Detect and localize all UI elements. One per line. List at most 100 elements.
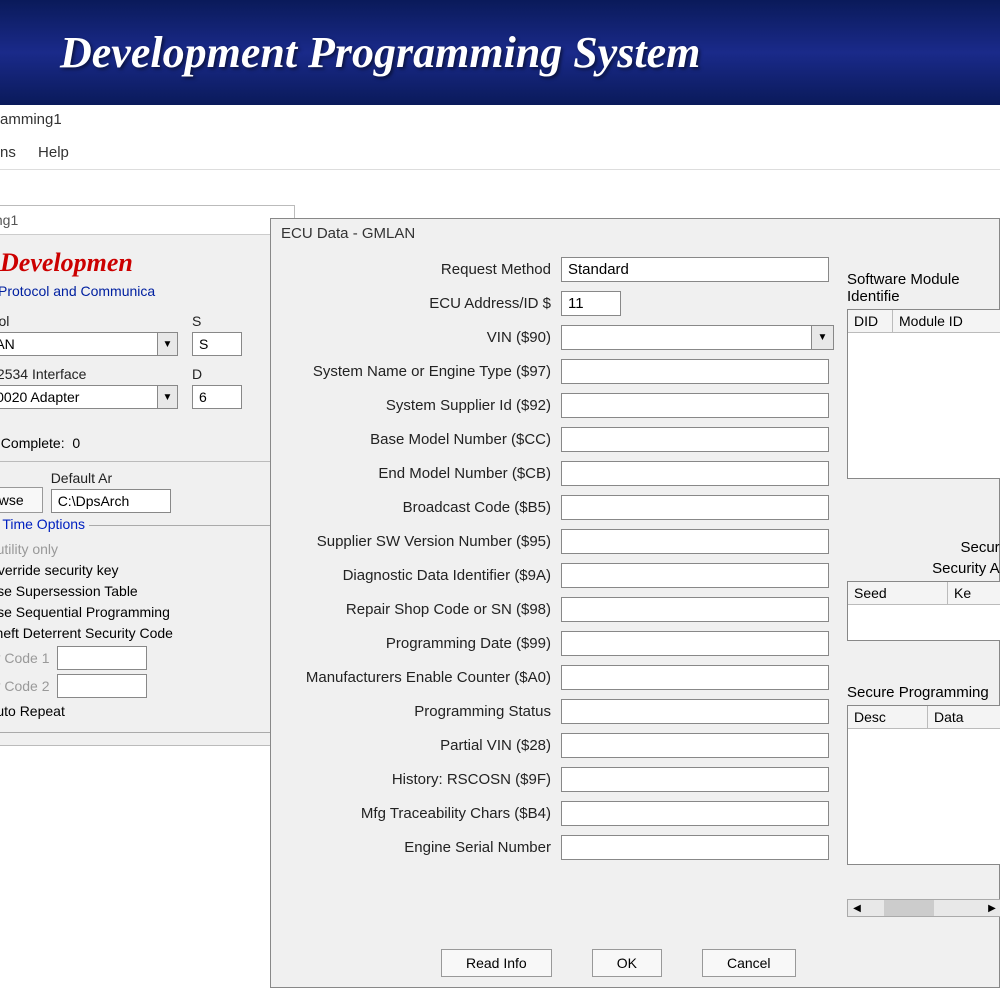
menu-item-options[interactable]: ns [0, 144, 16, 161]
request-method-input[interactable] [561, 257, 829, 282]
request-method-label: Request Method [271, 261, 561, 278]
cancel-button[interactable]: Cancel [702, 949, 796, 977]
vin-label: VIN ($90) [271, 329, 561, 346]
prog-date-input[interactable] [561, 631, 829, 656]
base-model-label: Base Model Number ($CC) [271, 431, 561, 448]
ok-button[interactable]: OK [592, 949, 662, 977]
col-key[interactable]: Ke [948, 582, 1000, 605]
app-banner: Development Programming System [0, 0, 1000, 105]
interface-label: SAE J2534 Interface [0, 366, 178, 382]
diag-id-label: Diagnostic Data Identifier ($9A) [271, 567, 561, 584]
mfr-enable-label: Manufacturers Enable Counter ($A0) [271, 669, 561, 686]
secure-programming-panel: Secure Programming Desc Data [847, 684, 1000, 865]
partial-vin-label: Partial VIN ($28) [271, 737, 561, 754]
opt-run-utility: Run utility only [0, 541, 273, 557]
ecu-address-input[interactable] [561, 291, 621, 316]
browse-button[interactable]: Browse [0, 487, 43, 513]
col-desc[interactable]: Desc [848, 706, 928, 729]
prog-date-label: Programming Date ($99) [271, 635, 561, 652]
security-panel: Securi Security Al Seed Ke [847, 539, 1000, 641]
repair-shop-label: Repair Shop Code or SN ($98) [271, 601, 561, 618]
mfg-trace-input[interactable] [561, 801, 829, 826]
mfr-enable-input[interactable] [561, 665, 829, 690]
s-label: S [192, 313, 242, 329]
banner-title: Development Programming System [60, 27, 700, 78]
col-did[interactable]: DID [848, 310, 893, 333]
engine-serial-label: Engine Serial Number [271, 839, 561, 856]
supplier-sw-label: Supplier SW Version Number ($95) [271, 533, 561, 550]
spd-table[interactable]: Desc Data [847, 705, 1000, 865]
diag-id-input[interactable] [561, 563, 829, 588]
programming-window: ramming1 GM Developmen Protocol and Comm… [0, 205, 295, 746]
supplier-sw-input[interactable] [561, 529, 829, 554]
prog-status-input[interactable] [561, 699, 829, 724]
s-combo[interactable] [192, 332, 242, 356]
development-heading: Developmen [0, 248, 133, 278]
security-code-1-label: curity Code 1 [0, 650, 49, 666]
interface-combo[interactable]: ▼ [0, 385, 178, 409]
base-model-input[interactable] [561, 427, 829, 452]
archive-label: Default Ar [51, 470, 171, 486]
broadcast-label: Broadcast Code ($B5) [271, 499, 561, 516]
runtime-options-group: Run Time Options Run utility only Overri… [0, 525, 282, 733]
security-label-1: Securi [847, 539, 1000, 556]
security-code-2-label: curity Code 2 [0, 678, 49, 694]
interface-value[interactable] [0, 387, 157, 407]
read-info-button[interactable]: Read Info [441, 949, 552, 977]
smi-label: Software Module Identifie [847, 271, 1000, 305]
vin-combo[interactable]: ▼ [561, 325, 834, 350]
broadcast-input[interactable] [561, 495, 829, 520]
protocol-label: Protocol [0, 313, 178, 329]
runtime-options-title: Run Time Options [0, 516, 89, 532]
horizontal-scrollbar[interactable]: ◀ ▶ [847, 899, 1000, 917]
security-code-1-input[interactable] [57, 646, 147, 670]
menu-item-help[interactable]: Help [38, 144, 69, 161]
partial-vin-input[interactable] [561, 733, 829, 758]
system-supplier-label: System Supplier Id ($92) [271, 397, 561, 414]
security-label-2: Security Al [847, 560, 1000, 577]
scroll-left-icon[interactable]: ◀ [848, 900, 866, 916]
repair-shop-input[interactable] [561, 597, 829, 622]
col-seed[interactable]: Seed [848, 582, 948, 605]
engine-serial-input[interactable] [561, 835, 829, 860]
spd-label: Secure Programming [847, 684, 1000, 701]
end-model-label: End Model Number ($CB) [271, 465, 561, 482]
chevron-down-icon[interactable]: ▼ [157, 386, 177, 408]
chevron-down-icon[interactable]: ▼ [157, 333, 177, 355]
protocol-subtitle: Protocol and Communica [0, 283, 282, 299]
window-titlebar: amming1 [0, 105, 1000, 140]
ecu-dialog-title: ECU Data - GMLAN [271, 219, 999, 248]
history-label: History: RSCOSN ($9F) [271, 771, 561, 788]
history-input[interactable] [561, 767, 829, 792]
ecu-data-dialog: ECU Data - GMLAN Request Method ECU Addr… [270, 218, 1000, 988]
menu-bar: ns Help [0, 140, 1000, 170]
chevron-down-icon[interactable]: ▼ [811, 326, 833, 349]
d-label: D [192, 366, 242, 382]
scroll-right-icon[interactable]: ▶ [983, 900, 1000, 916]
col-module-id[interactable]: Module ID [893, 310, 1000, 333]
system-supplier-input[interactable] [561, 393, 829, 418]
archive-path-input[interactable] [51, 489, 171, 513]
protocol-combo[interactable]: ▼ [0, 332, 178, 356]
mfg-trace-label: Mfg Traceability Chars ($B4) [271, 805, 561, 822]
col-data[interactable]: Data [928, 706, 1000, 729]
protocol-value[interactable] [0, 334, 157, 354]
system-name-input[interactable] [561, 359, 829, 384]
opt-sequential[interactable]: Use Sequential Programming [0, 604, 273, 620]
security-table[interactable]: Seed Ke [847, 581, 1000, 641]
ecu-address-label: ECU Address/ID $ [271, 295, 561, 312]
programming-window-title: ramming1 [0, 206, 294, 235]
percent-label: ercent Complete: [0, 435, 65, 451]
security-code-2-input[interactable] [57, 674, 147, 698]
end-model-input[interactable] [561, 461, 829, 486]
vin-input[interactable] [562, 326, 811, 349]
opt-theft-deterrent[interactable]: Theft Deterrent Security Code [0, 625, 273, 641]
opt-supersession[interactable]: Use Supersession Table [0, 583, 273, 599]
percent-complete-row: ercent Complete: 0 E [0, 435, 282, 451]
opt-auto-repeat[interactable]: Auto Repeat [0, 703, 273, 719]
opt-override-security[interactable]: Override security key [0, 562, 273, 578]
smi-table[interactable]: DID Module ID [847, 309, 1000, 479]
d-combo[interactable] [192, 385, 242, 409]
system-name-label: System Name or Engine Type ($97) [271, 363, 561, 380]
scroll-thumb[interactable] [884, 900, 934, 916]
